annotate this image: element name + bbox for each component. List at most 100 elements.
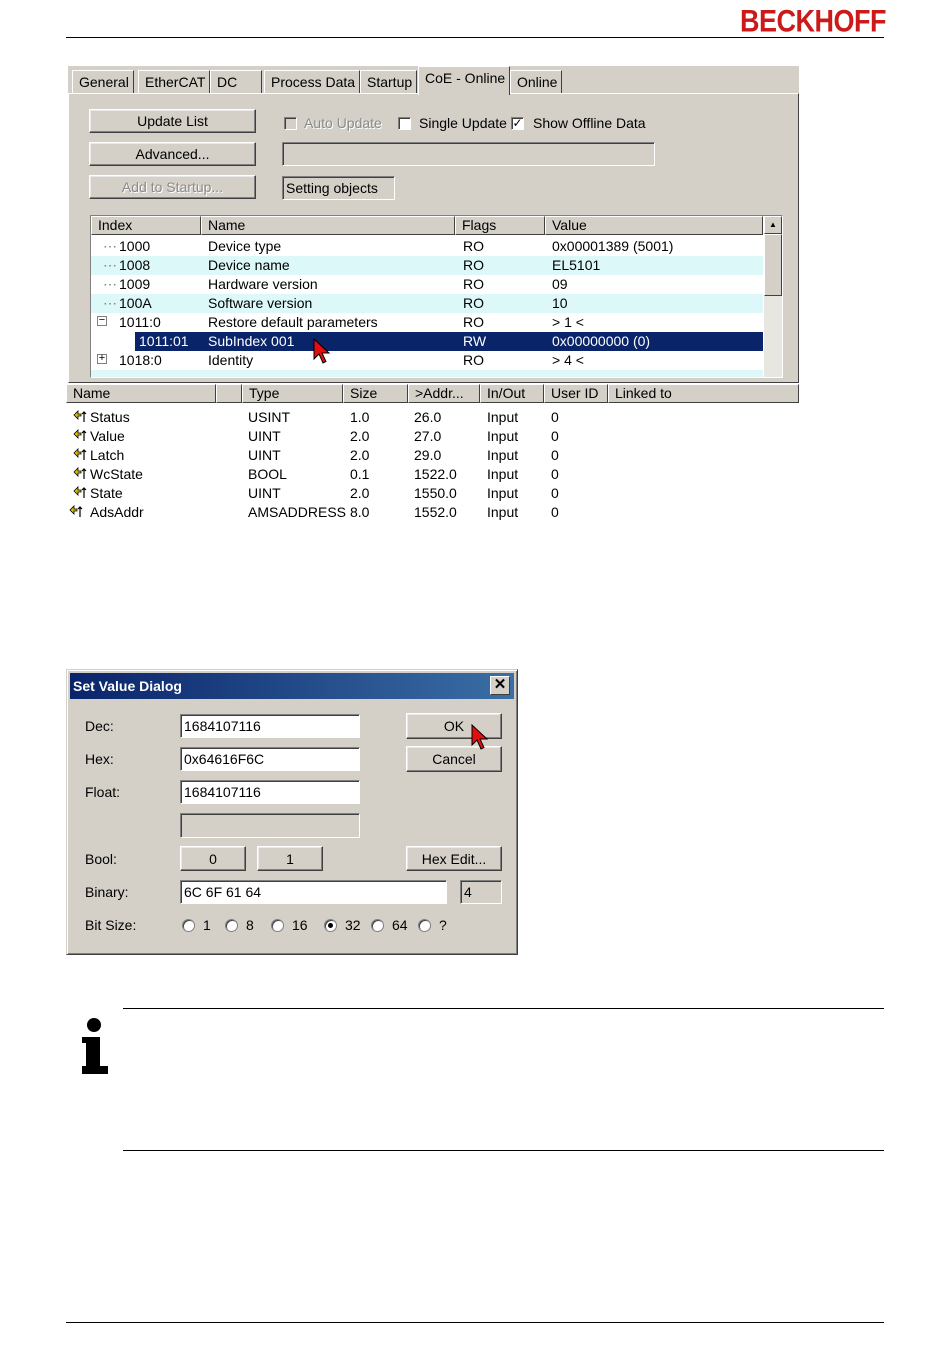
bitsize-radio-32[interactable] — [324, 919, 337, 932]
note-bottom-rule — [123, 1150, 884, 1151]
hex-label: Hex: — [85, 751, 114, 767]
table-row[interactable]: Value UINT 2.0 27.0 Input 0 — [66, 427, 799, 446]
float-input[interactable]: 1684107116 — [180, 780, 360, 804]
show-offline-checkbox[interactable]: ✓ — [511, 117, 524, 130]
mouse-cursor-icon — [471, 724, 489, 750]
progress-field — [282, 142, 655, 166]
tree-line: ⋯ — [103, 276, 117, 292]
info-icon — [82, 1018, 108, 1076]
bool-0-button[interactable]: 0 — [180, 846, 246, 871]
table-row[interactable]: AdsAddr AMSADDRESS 8.0 1552.0 Input 0 — [66, 503, 799, 522]
variable-table[interactable]: Name Type Size >Addr... In/Out User ID L… — [66, 384, 799, 534]
expandable-variable-icon — [69, 505, 83, 517]
column-header-index[interactable]: Index — [91, 216, 201, 235]
set-value-dialog: Set Value Dialog ✕ Dec: 1684107116 Hex: … — [66, 669, 518, 955]
input-variable-icon — [73, 486, 87, 498]
tab-dc[interactable]: DC — [210, 70, 262, 94]
column-header-value[interactable]: Value — [545, 216, 763, 235]
bitsize-label-16: 16 — [292, 917, 308, 933]
bitsize-radio-64[interactable] — [371, 919, 384, 932]
bool-1-button[interactable]: 1 — [257, 846, 323, 871]
tab-process-data[interactable]: Process Data — [264, 70, 361, 94]
single-update-checkbox[interactable] — [398, 117, 411, 130]
list-item-selected[interactable]: 1011:01 SubIndex 001 RW 0x00000000 (0) — [135, 332, 763, 351]
vertical-scrollbar[interactable]: ▲ — [764, 216, 782, 377]
column-header-inout[interactable]: In/Out — [480, 384, 544, 403]
tree-line: ⋯ — [103, 238, 117, 254]
scroll-up-icon[interactable]: ▲ — [764, 216, 782, 234]
mouse-cursor-icon — [313, 338, 331, 364]
status-field: Setting objects — [282, 176, 395, 200]
note-top-rule — [123, 1008, 884, 1009]
bitsize-radio-16[interactable] — [271, 919, 284, 932]
column-header-blank[interactable] — [216, 384, 242, 403]
list-item[interactable] — [91, 370, 763, 377]
list-item[interactable]: ⋯ 100A Software version RO 10 — [91, 294, 763, 313]
binary-length-field: 4 — [460, 880, 502, 904]
float-label: Float: — [85, 784, 121, 800]
tab-general[interactable]: General — [72, 70, 134, 94]
bitsize-label-auto: ? — [439, 917, 447, 933]
input-variable-icon — [73, 410, 87, 422]
auto-update-label: Auto Update — [304, 115, 382, 131]
tree-line: ⋯ — [103, 257, 117, 273]
list-item[interactable]: ⋯ 1009 Hardware version RO 09 — [91, 275, 763, 294]
bitsize-label-8: 8 — [246, 917, 254, 933]
bitsize-label-1: 1 — [203, 917, 211, 933]
hex-edit-button[interactable]: Hex Edit... — [406, 846, 502, 871]
add-to-startup-button[interactable]: Add to Startup... — [89, 175, 256, 199]
bitsize-radio-8[interactable] — [225, 919, 238, 932]
dec-input[interactable]: 1684107116 — [180, 714, 360, 738]
input-variable-icon — [73, 448, 87, 460]
input-variable-icon — [73, 467, 87, 479]
column-header-name[interactable]: Name — [201, 216, 455, 235]
column-header-var-name[interactable]: Name — [66, 384, 216, 403]
table-row[interactable]: Latch UINT 2.0 29.0 Input 0 — [66, 446, 799, 465]
header-rule — [66, 37, 884, 38]
column-header-flags[interactable]: Flags — [455, 216, 545, 235]
column-header-addr[interactable]: >Addr... — [408, 384, 480, 403]
column-header-linked[interactable]: Linked to — [608, 384, 799, 403]
single-update-label: Single Update — [419, 115, 507, 131]
table-row[interactable]: Status USINT 1.0 26.0 Input 0 — [66, 408, 799, 427]
list-item[interactable]: ⋯ 1008 Device name RO EL5101 — [91, 256, 763, 275]
list-item[interactable]: − 1011:0 Restore default parameters RO >… — [91, 313, 763, 332]
bool-label: Bool: — [85, 851, 117, 867]
object-list[interactable]: Index Name Flags Value ⋯ 1000 Device typ… — [90, 215, 783, 378]
string-input[interactable] — [180, 813, 360, 838]
scroll-thumb[interactable] — [764, 234, 782, 296]
dialog-titlebar[interactable]: Set Value Dialog ✕ — [70, 673, 514, 699]
bitsize-label-64: 64 — [392, 917, 408, 933]
brand-logo: BECKHOFF — [740, 4, 887, 39]
tab-ethercat[interactable]: EtherCAT — [138, 70, 211, 94]
input-variable-icon — [73, 429, 87, 441]
tab-coe-online[interactable]: CoE - Online — [418, 66, 511, 95]
tab-online[interactable]: Online — [510, 70, 563, 94]
bitsize-label: Bit Size: — [85, 917, 137, 933]
list-item[interactable]: + 1018:0 Identity RO > 4 < — [91, 351, 763, 370]
footer-rule — [66, 1322, 884, 1323]
binary-label: Binary: — [85, 884, 129, 900]
list-item[interactable]: ⋯ 1000 Device type RO 0x00001389 (5001) — [91, 237, 763, 256]
table-row[interactable]: State UINT 2.0 1550.0 Input 0 — [66, 484, 799, 503]
auto-update-checkbox[interactable] — [284, 117, 297, 130]
advanced-button[interactable]: Advanced... — [89, 142, 256, 166]
column-header-size[interactable]: Size — [343, 384, 408, 403]
bitsize-radio-1[interactable] — [182, 919, 195, 932]
dec-label: Dec: — [85, 718, 114, 734]
tab-bar: General EtherCAT DC Process Data Startup… — [68, 66, 799, 95]
tree-line: ⋯ — [103, 295, 117, 311]
bitsize-radio-auto[interactable] — [418, 919, 431, 932]
tab-startup[interactable]: Startup — [360, 70, 418, 94]
column-header-type[interactable]: Type — [242, 384, 343, 403]
binary-input[interactable]: 6C 6F 61 64 — [180, 880, 447, 904]
show-offline-label: Show Offline Data — [533, 115, 646, 131]
table-row[interactable]: WcState BOOL 0.1 1522.0 Input 0 — [66, 465, 799, 484]
bitsize-label-32: 32 — [345, 917, 361, 933]
close-icon[interactable]: ✕ — [490, 676, 510, 695]
hex-input[interactable]: 0x64616F6C — [180, 747, 360, 771]
update-list-button[interactable]: Update List — [89, 109, 256, 133]
expand-icon[interactable]: + — [97, 353, 107, 364]
column-header-userid[interactable]: User ID — [544, 384, 608, 403]
collapse-icon[interactable]: − — [97, 315, 107, 326]
